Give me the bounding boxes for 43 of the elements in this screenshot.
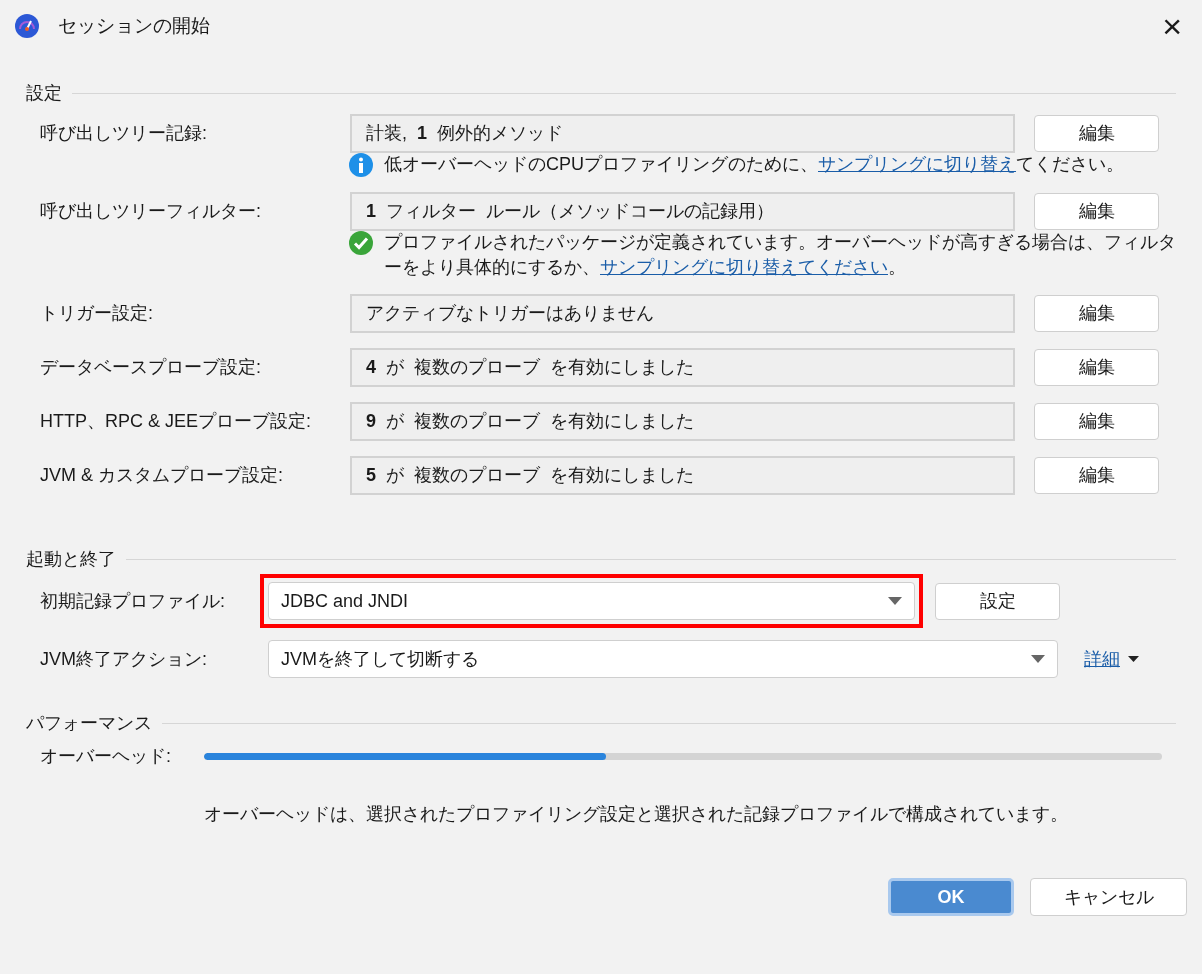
setting-label: JVM & カスタムプローブ設定: [40, 464, 284, 487]
switch-to-sampling-link[interactable]: サンプリングに切り替えてください [600, 257, 888, 277]
close-button[interactable]: × [1156, 9, 1188, 43]
note-text: 低オーバーヘッドのCPUプロファイリングのために、サンプリングに切り替えてください。 [384, 153, 1124, 176]
cancel-button[interactable]: キャンセル [1030, 878, 1187, 916]
overhead-description: オーバーヘッドは、選択されたプロファイリング設定と選択された記録プロファイルで構成されています。 [204, 803, 1069, 826]
setting-label: 呼び出しツリーフィルター: [40, 200, 262, 223]
caret-icon [1128, 656, 1139, 662]
edit-button[interactable]: 編集 [1034, 192, 1159, 230]
note-text: プロファイルされたパッケージが定義されています。オーバーヘッドが高すぎる場合は、フィルターをより具体的にするか、サンプリングに切り替えてください。 [384, 231, 1176, 279]
edit-button[interactable]: 編集 [1034, 348, 1159, 386]
check-icon [348, 230, 374, 256]
overhead-label: オーバーヘッド: [40, 745, 172, 768]
setting-label: データベースプローブ設定: [40, 356, 262, 379]
setting-value-field: 1 フィルター ルール（メソッドコールの記録用） [350, 191, 1015, 231]
section-title: 起動と終了 [26, 548, 116, 571]
setting-value-field: 9 が 複数のプローブ を有効にしました [350, 401, 1015, 441]
dropdown[interactable]: JVMを終了して切断する [268, 640, 1058, 678]
edit-button[interactable]: 編集 [1034, 402, 1159, 440]
setting-label: トリガー設定: [40, 302, 154, 325]
window-title: セッションの開始 [58, 14, 211, 38]
setting-label: 呼び出しツリー記録: [40, 122, 208, 145]
setting-value-field: 計装, 1 例外的メソッド [350, 113, 1015, 153]
info-icon [348, 152, 374, 178]
field-label: JVM終了アクション: [40, 648, 208, 671]
setting-value-field: 4 が 複数のプローブ を有効にしました [350, 347, 1015, 387]
field-label: 初期記録プロファイル: [40, 590, 226, 613]
edit-button[interactable]: 編集 [1034, 114, 1159, 152]
dropdown-arrow-icon [1031, 655, 1045, 663]
switch-to-sampling-link[interactable]: サンプリングに切り替え [818, 154, 1016, 174]
setting-value-field: アクティブなトリガーはありません [350, 293, 1015, 333]
gauge-icon [14, 13, 40, 39]
section-title: パフォーマンス [26, 712, 152, 735]
dropdown[interactable]: JDBC and JNDI [268, 582, 915, 620]
settings-button[interactable]: 設定 [935, 582, 1060, 620]
setting-value-field: 5 が 複数のプローブ を有効にしました [350, 455, 1015, 495]
edit-button[interactable]: 編集 [1034, 294, 1159, 332]
details-link[interactable]: 詳細 [1084, 647, 1120, 671]
edit-button[interactable]: 編集 [1034, 456, 1159, 494]
ok-button[interactable]: OK [888, 878, 1014, 916]
dropdown-arrow-icon [888, 597, 902, 605]
section-title: 設定 [26, 82, 62, 105]
setting-label: HTTP、RPC & JEEプローブ設定: [40, 410, 313, 433]
